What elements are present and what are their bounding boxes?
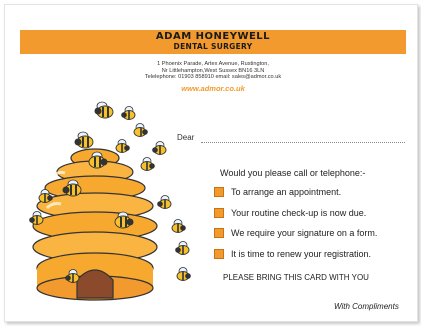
reason-label: Your routine check-up is now due. [231, 207, 367, 218]
address-line-1: 1 Phoenix Parade, Artex Avenue, Rustingt… [157, 61, 269, 67]
reason-item: It is time to renew your registration. [214, 244, 377, 265]
bee-14 [171, 219, 186, 233]
reason-label: We require your signature on a form. [231, 228, 378, 239]
reason-label: It is time to renew your registration. [231, 248, 372, 259]
address-line-2: Nr Littlehampton,West Sussex BN16 3LN [161, 67, 265, 74]
appointment-card: ADAM HONEYWELL DENTAL SURGERY 1 Phoenix … [4, 4, 418, 322]
bee-1 [94, 101, 114, 119]
bee-7 [140, 157, 155, 171]
practice-name: ADAM HONEYWELL [155, 31, 271, 42]
reason-item: We require your signature on a form. [214, 223, 377, 244]
bee-17 [176, 267, 191, 281]
address-line-3: Telelephone: 01903 858910 email: sales@a… [144, 74, 282, 81]
reason-item: Your routine check-up is now due. [214, 203, 377, 224]
reason-label: To arrange an appointment. [231, 187, 342, 198]
website-link: www.admor.co.uk [181, 84, 245, 93]
practice-subtitle: DENTAL SURGERY [173, 42, 253, 51]
recipient-name-line [201, 142, 405, 143]
bee-2 [121, 106, 136, 120]
compliments-text: With Compliments [334, 302, 399, 311]
beehive [32, 148, 158, 301]
reason-item: To arrange an appointment. [214, 182, 377, 203]
bee-6 [152, 141, 167, 155]
checkbox-icon [214, 207, 224, 218]
hive-door [76, 269, 114, 299]
bee-15 [175, 241, 190, 255]
bee-3 [133, 123, 148, 137]
reason-list: To arrange an appointment. Your routine … [214, 182, 377, 264]
bee-11 [157, 195, 172, 209]
checkbox-icon [214, 248, 224, 259]
bee-4 [74, 131, 94, 149]
contact-prompt: Would you please call or telephone:- [220, 168, 366, 178]
checkbox-icon [214, 228, 224, 239]
address-block: 1 Phoenix Parade, Artex Avenue, Rustingt… [20, 61, 406, 81]
checkbox-icon [214, 187, 224, 198]
bring-card-note: PLEASE BRING THIS CARD WITH YOU [223, 273, 369, 282]
header-band: ADAM HONEYWELL DENTAL SURGERY [20, 30, 406, 54]
bee-12 [29, 211, 44, 225]
dear-label: Dear [177, 133, 195, 142]
bee-5 [115, 139, 130, 153]
